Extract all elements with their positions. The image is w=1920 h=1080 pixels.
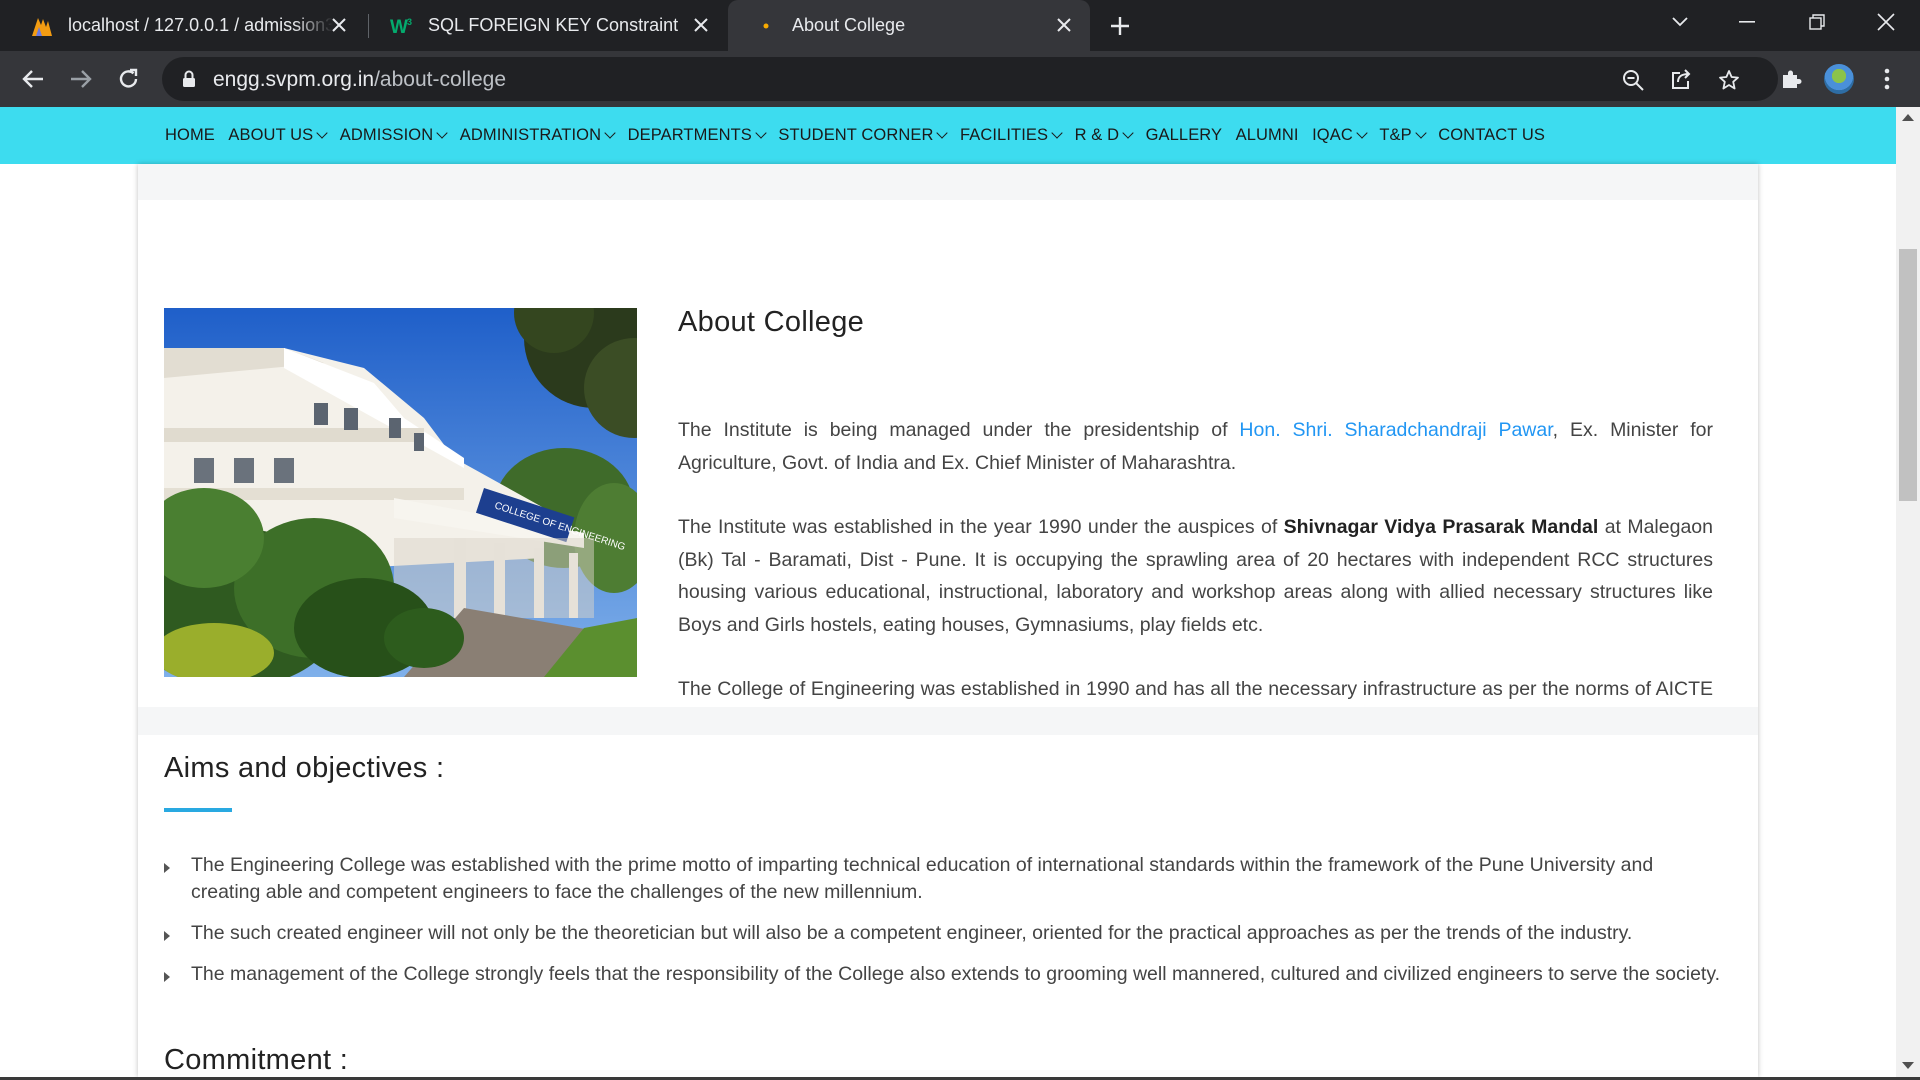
close-tab-icon[interactable]	[1052, 13, 1076, 37]
content-card: COLLEGE OF ENGINEERING About College The…	[138, 164, 1758, 1077]
svg-text:3: 3	[407, 17, 412, 27]
nav-item-iqac[interactable]: IQAC	[1312, 126, 1368, 145]
section-divider	[138, 164, 1758, 200]
chevron-down-icon	[1122, 127, 1134, 139]
nav-item-gallery[interactable]: GALLERY	[1146, 126, 1223, 145]
tab-title: SQL FOREIGN KEY Constraint	[428, 15, 679, 35]
chevron-down-icon	[316, 127, 328, 139]
page-scrollbar[interactable]	[1896, 107, 1920, 1077]
lock-icon[interactable]	[182, 70, 196, 93]
chevron-down-icon	[1356, 127, 1368, 139]
close-tab-icon[interactable]	[327, 13, 351, 37]
close-tab-icon[interactable]	[689, 13, 713, 37]
mandal-name: Shivnagar Vidya Prasarak Mandal	[1283, 516, 1599, 538]
about-college-heading: About College	[678, 306, 865, 338]
aims-list: The Engineering College was established …	[164, 852, 1724, 1002]
page-viewport: HOME ABOUT US ADMISSION ADMINISTRATION DEPAR…	[0, 107, 1896, 1077]
heading-underline	[164, 808, 232, 812]
share-icon[interactable]	[1668, 67, 1694, 93]
bullet-arrow-icon	[164, 863, 170, 873]
nav-item-t-p[interactable]: T&P	[1379, 126, 1427, 145]
tab-title: localhost / 127.0.0.1 / admission3	[68, 15, 333, 35]
loading-dot-icon	[754, 14, 778, 38]
reload-icon[interactable]	[112, 62, 146, 96]
nav-item-r-d[interactable]: R & D	[1075, 126, 1134, 145]
college-building-image: COLLEGE OF ENGINEERING	[164, 308, 637, 677]
list-item: The Engineering College was established …	[164, 852, 1724, 906]
browser-toolbar: engg.svpm.org.in/about-college	[0, 51, 1920, 107]
site-main-nav: HOME ABOUT US ADMISSION ADMINISTRATION DEPAR…	[0, 107, 1896, 164]
browser-tab-phpmyadmin[interactable]: localhost / 127.0.0.1 / admission3	[0, 0, 365, 51]
avatar	[1824, 64, 1854, 94]
tab-search-chevron-icon[interactable]	[1650, 0, 1710, 44]
chevron-down-icon	[1051, 127, 1063, 139]
extensions-icon[interactable]	[1774, 62, 1808, 96]
browser-tab-strip: localhost / 127.0.0.1 / admission3 W3 SQ…	[0, 0, 1920, 51]
forward-icon[interactable]	[64, 62, 98, 96]
chevron-down-icon	[936, 127, 949, 139]
scroll-down-arrow-icon[interactable]	[1902, 1062, 1914, 1069]
w3schools-icon: W3	[390, 14, 414, 38]
nav-item-facilities[interactable]: FACILITIES	[960, 126, 1063, 145]
about-paragraph-2: The Institute was established in the yea…	[678, 516, 1713, 636]
scrollbar-thumb[interactable]	[1899, 249, 1917, 501]
new-tab-icon[interactable]	[1106, 12, 1134, 40]
nav-item-contact-us[interactable]: CONTACT US	[1438, 126, 1545, 145]
close-window-icon[interactable]	[1856, 0, 1916, 44]
svg-text:W: W	[390, 17, 408, 36]
list-item: The such created engineer will not only …	[164, 920, 1724, 947]
phpmyadmin-icon	[30, 14, 54, 38]
url-text[interactable]: engg.svpm.org.in/about-college	[213, 68, 506, 92]
chevron-down-icon	[604, 127, 616, 139]
chevron-down-icon	[436, 127, 448, 139]
nav-item-admission[interactable]: ADMISSION	[340, 126, 448, 145]
restore-icon[interactable]	[1787, 0, 1847, 44]
about-paragraph-1: The Institute is being managed under the…	[678, 419, 1713, 474]
aims-heading: Aims and objectives :	[164, 752, 445, 784]
back-icon[interactable]	[16, 62, 50, 96]
nav-item-student-corner[interactable]: STUDENT CORNER	[778, 126, 949, 145]
list-item: The management of the College strongly f…	[164, 961, 1724, 988]
scroll-up-arrow-icon[interactable]	[1902, 114, 1914, 121]
nav-item-departments[interactable]: DEPARTMENTS	[628, 126, 767, 145]
address-bar[interactable]: engg.svpm.org.in/about-college	[162, 57, 1778, 101]
tab-separator	[368, 14, 369, 38]
bullet-arrow-icon	[164, 972, 170, 982]
zoom-icon[interactable]	[1620, 67, 1646, 93]
minimize-icon[interactable]	[1717, 0, 1777, 44]
browser-tab-w3schools[interactable]: W3 SQL FOREIGN KEY Constraint	[370, 0, 727, 51]
nav-item-home[interactable]: HOME	[165, 126, 215, 145]
chevron-down-icon	[1415, 127, 1427, 139]
tab-title: About College	[792, 15, 906, 35]
section-divider	[138, 707, 1758, 735]
chevron-down-icon	[755, 127, 767, 139]
president-link[interactable]: Hon. Shri. Sharadchandraji Pawar	[1239, 419, 1552, 441]
nav-item-administration[interactable]: ADMINISTRATION	[460, 126, 616, 145]
nav-item-about-us[interactable]: ABOUT US	[228, 126, 328, 145]
bullet-arrow-icon	[164, 931, 170, 941]
commitment-heading: Commitment :	[164, 1044, 349, 1076]
nav-item-alumni[interactable]: ALUMNI	[1236, 126, 1299, 145]
browser-tab-about-college[interactable]: About College	[728, 0, 1090, 51]
bookmark-star-icon[interactable]	[1716, 67, 1742, 93]
profile-avatar-icon[interactable]	[1822, 62, 1856, 96]
browser-menu-icon[interactable]	[1870, 62, 1904, 96]
